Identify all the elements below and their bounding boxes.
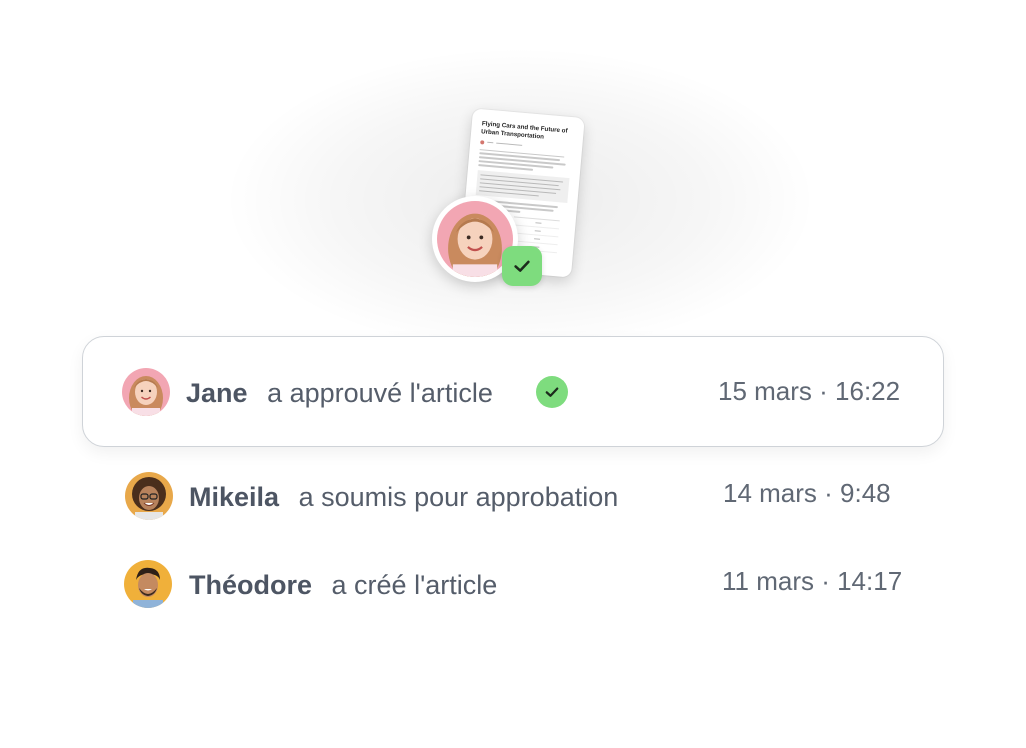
- approved-badge-large: [502, 246, 542, 286]
- activity-text: Mikeila a soumis pour approbation: [189, 481, 618, 513]
- jane-avatar: [122, 368, 170, 416]
- activity-row-theodore[interactable]: Théodore a créé l'article 11 mars · 14:1…: [0, 554, 1026, 614]
- activity-text: Théodore a créé l'article: [189, 569, 497, 601]
- activity-timestamp: 15 mars · 16:22: [718, 376, 901, 406]
- activity-action: a créé l'article: [331, 570, 498, 600]
- user-name: Jane: [186, 378, 248, 408]
- theodore-avatar: [124, 560, 172, 608]
- check-icon: [514, 260, 530, 272]
- activity-timestamp: 11 mars · 14:17: [722, 566, 903, 596]
- approved-badge: [536, 376, 568, 408]
- activity-action: a soumis pour approbation: [298, 482, 619, 512]
- user-name: Mikeila: [189, 482, 280, 512]
- user-name: Théodore: [189, 570, 313, 600]
- activity-timestamp: 14 mars · 9:48: [723, 478, 891, 508]
- activity-row-jane[interactable]: Jane a approuvé l'article 15 mars · 16:2…: [0, 362, 1026, 422]
- activity-action: a approuvé l'article: [267, 378, 493, 408]
- activity-text: Jane a approuvé l'article: [186, 377, 493, 409]
- activity-row-mikeila[interactable]: Mikeila a soumis pour approbation 14 mar…: [0, 466, 1026, 526]
- check-icon: [545, 387, 559, 397]
- mikeila-avatar: [125, 472, 173, 520]
